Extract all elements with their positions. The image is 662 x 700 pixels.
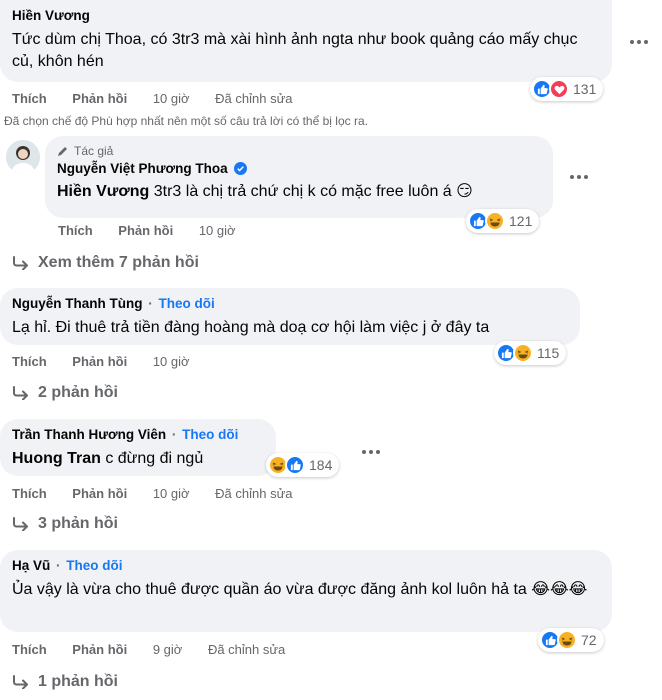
- comment-author[interactable]: Trần Thanh Hương Viên: [12, 427, 166, 442]
- like-icon: [285, 455, 305, 475]
- comment-time[interactable]: 10 giờ: [153, 486, 190, 502]
- like-button[interactable]: Thích: [12, 91, 47, 107]
- like-button[interactable]: Thích: [12, 642, 47, 658]
- more-options-icon[interactable]: [362, 450, 380, 454]
- reply-arrow-icon: [13, 256, 28, 270]
- reaction-summary[interactable]: 131: [530, 77, 604, 101]
- comment-actions: Thích Phản hồi 10 giờ: [12, 354, 212, 370]
- reaction-summary[interactable]: 121: [466, 209, 540, 233]
- comment-bubble: Tác giả Nguyễn Việt Phương Thoa Hiền Vươ…: [45, 136, 553, 218]
- verified-icon: [234, 162, 248, 175]
- comment-bubble: Hiền Vương Tức dùm chị Thoa, có 3tr3 mà …: [0, 0, 612, 82]
- follow-button[interactable]: Theo dõi: [66, 558, 122, 573]
- reply-arrow-icon: [13, 675, 28, 689]
- comment-actions: Thích Phản hồi 10 giờ: [58, 223, 258, 239]
- comment-time[interactable]: 10 giờ: [199, 223, 236, 239]
- filter-note: Đã chọn chế độ Phù hợp nhất nên một số c…: [4, 114, 368, 128]
- comment-actions: Thích Phản hồi 9 giờ Đã chỉnh sửa: [12, 642, 307, 658]
- comment-time[interactable]: 9 giờ: [153, 642, 183, 658]
- follow-button[interactable]: Theo dõi: [182, 427, 238, 442]
- reply-arrow-icon: [13, 386, 28, 400]
- love-icon: [549, 79, 569, 99]
- comment-actions: Thích Phản hồi 10 giờ Đã chỉnh sửa: [12, 486, 315, 502]
- comment-text: Ủa vậy là vừa cho thuê được quần áo vừa …: [12, 581, 588, 598]
- author-badge-label: Tác giả: [74, 144, 114, 158]
- reply-button[interactable]: Phản hồi: [72, 91, 127, 107]
- comment-text: Tức dùm chị Thoa, có 3tr3 mà xài hình ản…: [12, 31, 578, 70]
- view-replies[interactable]: 2 phản hồi: [12, 384, 118, 402]
- edited-label[interactable]: Đã chỉnh sửa: [208, 642, 285, 658]
- more-options-icon[interactable]: [570, 175, 588, 179]
- author-badge: Tác giả: [57, 143, 541, 159]
- reply-arrow-icon: [13, 517, 28, 531]
- more-options-icon[interactable]: [630, 40, 648, 44]
- more-replies-label: Xem thêm 7 phản hồi: [38, 254, 199, 271]
- comment-author[interactable]: Hiền Vương: [12, 7, 600, 25]
- comment-author[interactable]: Hạ Vũ: [12, 558, 50, 573]
- reaction-count: 131: [573, 81, 597, 97]
- pencil-icon: [58, 147, 67, 156]
- reaction-count: 184: [309, 457, 333, 473]
- haha-icon: [485, 211, 505, 231]
- reply-button[interactable]: Phản hồi: [72, 486, 127, 502]
- comment-actions: Thích Phản hồi 10 giờ Đã chỉnh sửa: [12, 91, 315, 107]
- haha-icon: [557, 630, 577, 650]
- follow-button[interactable]: Theo dõi: [159, 296, 215, 311]
- mention-link[interactable]: Hiền Vương: [57, 183, 149, 200]
- comment-author[interactable]: Nguyễn Thanh Tùng: [12, 296, 143, 311]
- comment-bubble: Trần Thanh Hương Viên · Theo dõi Huong T…: [0, 419, 276, 476]
- reply-button[interactable]: Phản hồi: [118, 223, 173, 239]
- like-button[interactable]: Thích: [12, 354, 47, 370]
- view-more-replies[interactable]: Xem thêm 7 phản hồi: [12, 254, 199, 272]
- like-button[interactable]: Thích: [12, 486, 47, 502]
- reaction-count: 121: [509, 213, 533, 229]
- mention-link[interactable]: Huong Tran: [12, 450, 101, 467]
- view-replies[interactable]: 3 phản hồi: [12, 515, 118, 533]
- comment-bubble: Hạ Vũ · Theo dõi Ủa vậy là vừa cho thuê …: [0, 550, 612, 632]
- reply-button[interactable]: Phản hồi: [72, 354, 127, 370]
- comment-text-content: 3tr3 là chị trả chứ chị k có mặc free lu…: [149, 183, 473, 200]
- avatar[interactable]: [6, 140, 40, 174]
- like-button[interactable]: Thích: [58, 223, 93, 239]
- view-replies[interactable]: 1 phản hồi: [12, 673, 118, 691]
- comment-text: Hiền Vương 3tr3 là chị trả chứ chị k có …: [57, 181, 541, 203]
- reaction-summary[interactable]: 72: [538, 628, 604, 652]
- reply-button[interactable]: Phản hồi: [72, 642, 127, 658]
- replies-label: 2 phản hồi: [38, 384, 118, 401]
- replies-label: 1 phản hồi: [38, 673, 118, 690]
- edited-label[interactable]: Đã chỉnh sửa: [215, 486, 292, 502]
- comment-bubble: Nguyễn Thanh Tùng · Theo dõi Lạ hỉ. Đi t…: [0, 288, 580, 345]
- reaction-count: 115: [537, 345, 560, 361]
- comment-time[interactable]: 10 giờ: [153, 91, 190, 107]
- reaction-summary[interactable]: 184: [266, 453, 340, 477]
- reaction-count: 72: [581, 632, 597, 648]
- comment-text: Lạ hỉ. Đi thuê trả tiền đàng hoàng mà do…: [12, 319, 490, 336]
- reaction-summary[interactable]: 115: [494, 341, 567, 365]
- comment-time[interactable]: 10 giờ: [153, 354, 190, 370]
- comment-author[interactable]: Nguyễn Việt Phương Thoa: [57, 161, 228, 176]
- replies-label: 3 phản hồi: [38, 515, 118, 532]
- comment-text-content: c đừng đi ngủ: [100, 450, 204, 467]
- edited-label[interactable]: Đã chỉnh sửa: [215, 91, 292, 107]
- comment-text: Huong Tran c đừng đi ngủ: [12, 448, 264, 470]
- haha-icon: [513, 343, 533, 363]
